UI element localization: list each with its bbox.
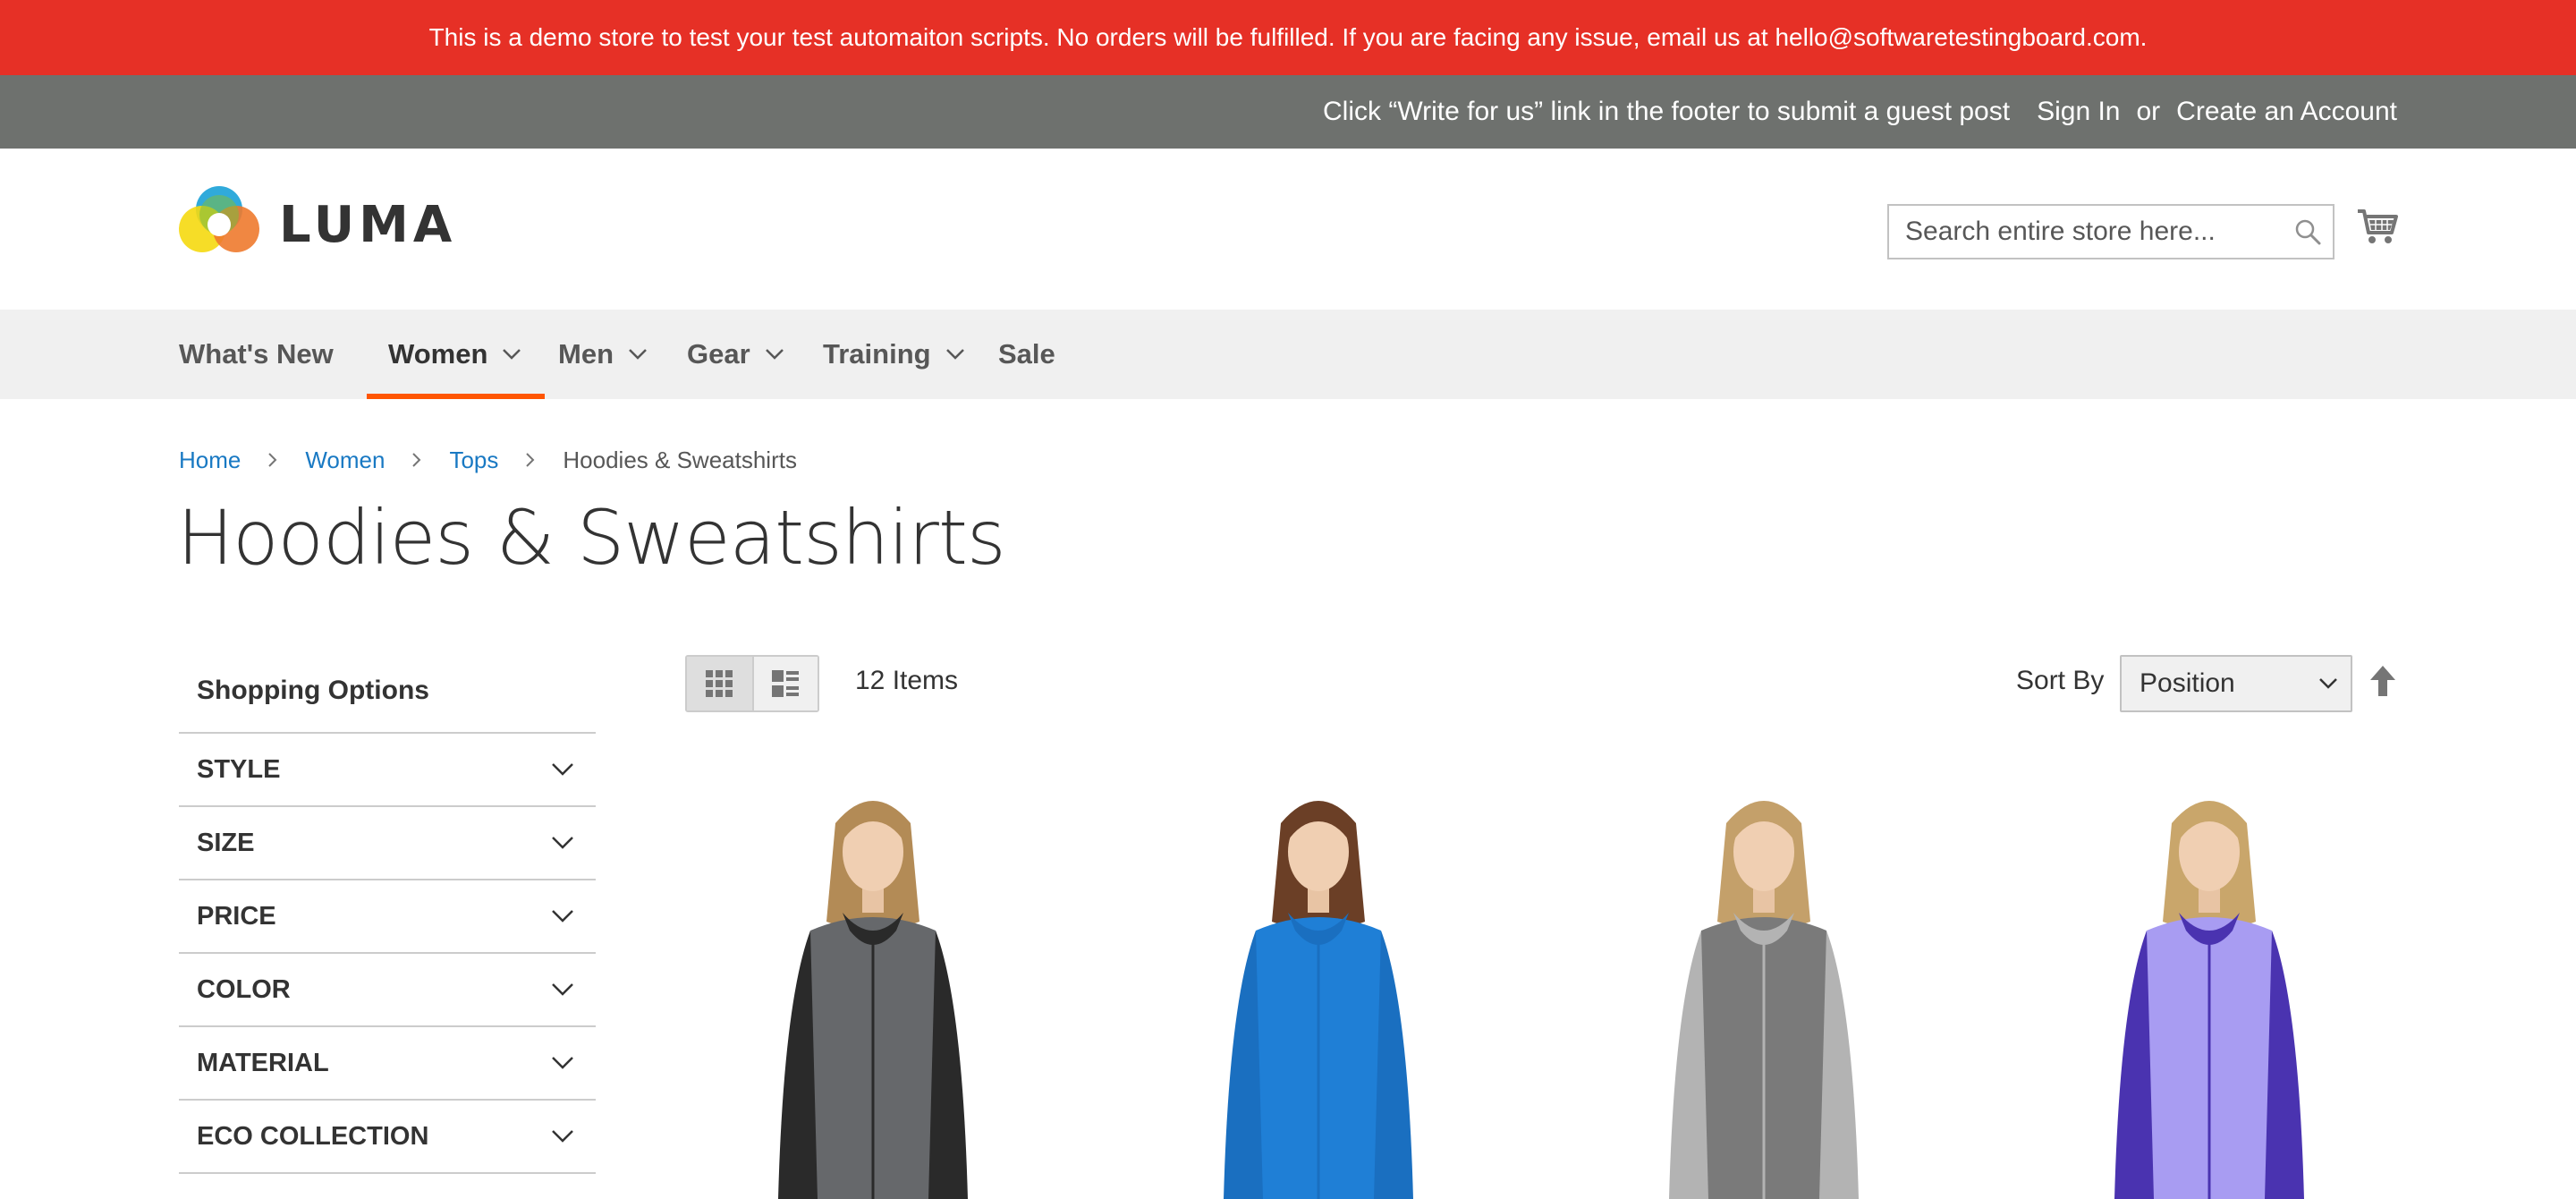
guest-post-text: Click “Write for us” link in the footer … <box>1323 97 2011 126</box>
chevron-right-icon <box>525 452 536 468</box>
chevron-down-icon <box>765 349 784 360</box>
sort-by-select[interactable]: Position <box>2120 655 2352 712</box>
create-account-link[interactable]: Create an Account <box>2176 97 2397 127</box>
nav-item-sale[interactable]: Sale <box>998 310 1055 399</box>
luma-logo[interactable]: LUMA <box>179 184 456 265</box>
luma-logo-icon <box>179 186 259 252</box>
filter-label: PRICE <box>197 901 276 931</box>
filter-material[interactable]: MATERIAL <box>179 1027 596 1101</box>
nav-item-label: Training <box>823 338 931 370</box>
nav-item-label: What's New <box>179 338 334 370</box>
chevron-down-icon <box>552 763 573 776</box>
breadcrumb-home[interactable]: Home <box>179 446 241 474</box>
product-grid <box>685 770 2397 1199</box>
shopping-cart-icon[interactable] <box>2356 206 2399 249</box>
list-view-button[interactable] <box>751 657 818 710</box>
filter-label: SIZE <box>197 828 255 857</box>
chevron-right-icon <box>411 452 422 468</box>
nav-item-label: Men <box>558 338 614 370</box>
search-icon[interactable] <box>2283 206 2333 258</box>
chevron-down-icon <box>552 1057 573 1069</box>
product-item-1[interactable] <box>685 770 1061 1199</box>
sign-in-link[interactable]: Sign In <box>2037 97 2120 127</box>
nav-item-gear[interactable]: Gear <box>687 310 784 399</box>
items-count: 12 Items <box>855 666 959 695</box>
header: LUMA <box>0 149 2576 310</box>
chevron-down-icon <box>552 910 573 923</box>
demo-notice-banner: This is a demo store to test your test a… <box>0 0 2576 75</box>
filter-label: COLOR <box>197 974 291 1004</box>
nav-item-training[interactable]: Training <box>823 310 965 399</box>
sort-by-label: Sort By <box>2016 666 2105 695</box>
breadcrumb-women[interactable]: Women <box>305 446 385 474</box>
search-input[interactable] <box>1889 206 2283 258</box>
chevron-down-icon <box>503 349 521 360</box>
filter-color[interactable]: COLOR <box>179 954 596 1027</box>
chevron-down-icon <box>629 349 647 360</box>
main-navigation: What's New Women Men Gear Training Sale <box>0 310 2576 399</box>
nav-item-label: Gear <box>687 338 750 370</box>
search-box <box>1887 204 2334 259</box>
chevron-down-icon <box>945 349 964 360</box>
top-bar-links: Click “Write for us” link in the footer … <box>1323 75 2397 149</box>
product-image[interactable] <box>1131 770 1506 1199</box>
filter-size[interactable]: SIZE <box>179 807 596 880</box>
nav-item-whats-new[interactable]: What's New <box>179 310 334 399</box>
filter-label: MATERIAL <box>197 1048 329 1077</box>
chevron-down-icon <box>552 1130 573 1143</box>
luma-logo-text: LUMA <box>279 195 457 254</box>
chevron-right-icon <box>267 452 278 468</box>
filter-eco-collection[interactable]: ECO COLLECTION <box>179 1101 596 1174</box>
view-mode-toggle <box>685 655 819 712</box>
breadcrumb: Home Women Tops Hoodies & Sweatshirts <box>179 444 797 476</box>
nav-item-women[interactable]: Women <box>366 310 546 399</box>
top-bar: Click “Write for us” link in the footer … <box>0 75 2576 149</box>
list-icon <box>772 670 800 697</box>
product-item-3[interactable] <box>1576 770 1952 1199</box>
demo-notice-text: This is a demo store to test your test a… <box>428 23 2148 51</box>
breadcrumb-tops[interactable]: Tops <box>449 446 498 474</box>
product-item-2[interactable] <box>1131 770 1506 1199</box>
nav-item-label: Women <box>388 338 488 370</box>
filter-label: ECO COLLECTION <box>197 1121 429 1151</box>
filter-price[interactable]: PRICE <box>179 880 596 954</box>
product-image[interactable] <box>2021 770 2397 1199</box>
filter-label: STYLE <box>197 754 281 784</box>
nav-item-label: Sale <box>998 338 1055 370</box>
nav-item-men[interactable]: Men <box>558 310 648 399</box>
product-image[interactable] <box>685 770 1061 1199</box>
page-title: Hoodies & Sweatshirts <box>177 494 1006 582</box>
shopping-options-title: Shopping Options <box>179 650 596 734</box>
grid-icon <box>706 670 733 697</box>
chevron-down-icon <box>2319 678 2337 689</box>
product-image[interactable] <box>1576 770 1952 1199</box>
chevron-down-icon <box>552 837 573 849</box>
sort-by-value: Position <box>2140 668 2235 698</box>
chevron-down-icon <box>552 983 573 996</box>
or-text: or <box>2136 97 2161 126</box>
breadcrumb-current: Hoodies & Sweatshirts <box>563 446 797 473</box>
grid-view-button[interactable] <box>687 657 752 710</box>
product-item-4[interactable] <box>2021 770 2397 1199</box>
filter-style[interactable]: STYLE <box>179 734 596 807</box>
shopping-options-sidebar: Shopping Options STYLE SIZE PRICE COLOR … <box>179 650 596 1174</box>
sort-direction-arrow-icon[interactable] <box>2368 664 2397 700</box>
